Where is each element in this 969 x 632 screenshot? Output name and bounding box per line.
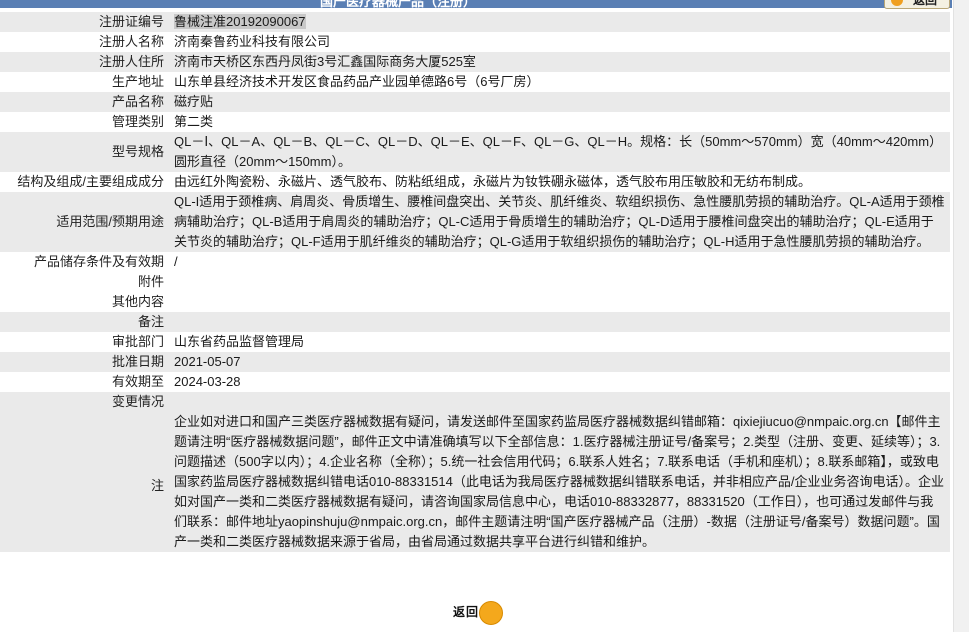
field-label: 注册人住所 (0, 52, 170, 72)
row-registrant-name: 注册人名称 济南秦鲁药业科技有限公司 (0, 32, 950, 52)
field-label: 型号规格 (0, 132, 170, 172)
field-label: 产品名称 (0, 92, 170, 112)
detail-table: 注册证编号 鲁械注准20192090067 注册人名称 济南秦鲁药业科技有限公司… (0, 12, 950, 552)
field-value: 2024-03-28 (170, 372, 950, 392)
field-value: 磁疗贴 (170, 92, 950, 112)
field-label: 有效期至 (0, 372, 170, 392)
field-value: 鲁械注准20192090067 (170, 12, 950, 32)
field-value: 山东单县经济技术开发区食品药品产业园单德路6号（6号厂房） (170, 72, 950, 92)
field-value: QL-I适用于颈椎病、肩周炎、骨质增生、腰椎间盘突出、关节炎、肌纤维炎、软组织损… (170, 192, 950, 252)
note-text: 企业如对进口和国产三类医疗器械数据有疑问，请发送邮件至国家药监局医疗器械数据纠错… (170, 412, 950, 552)
note-label: 注 (0, 412, 170, 552)
row-other: 其他内容 (0, 292, 950, 312)
row-note: 注 企业如对进口和国产三类医疗器械数据有疑问，请发送邮件至国家药监局医疗器械数据… (0, 412, 950, 552)
row-model-spec: 型号规格 QL－Ⅰ、QL－A、QL－B、QL－C、QL－D、QL－E、QL－F、… (0, 132, 950, 172)
vertical-scrollbar[interactable] (953, 0, 969, 632)
field-value (170, 392, 950, 412)
row-storage: 产品储存条件及有效期 / (0, 252, 950, 272)
row-attachments: 附件 (0, 272, 950, 292)
back-icon (891, 0, 903, 6)
page-title: 国产医疗器械产品（注册） (320, 0, 477, 8)
field-label: 附件 (0, 272, 170, 292)
top-back-label: 返回 (913, 0, 938, 7)
row-registrant-address: 注册人住所 济南市天桥区东西丹凤街3号汇鑫国际商务大厦525室 (0, 52, 950, 72)
field-label: 变更情况 (0, 392, 170, 412)
field-value: 2021-05-07 (170, 352, 950, 372)
field-value: 济南秦鲁药业科技有限公司 (170, 32, 950, 52)
field-value: / (170, 252, 950, 272)
field-label: 管理类别 (0, 112, 170, 132)
title-bar: 国产医疗器械产品（注册） (0, 0, 952, 8)
row-valid-until: 有效期至 2024-03-28 (0, 372, 950, 392)
field-label: 产品储存条件及有效期 (0, 252, 170, 272)
row-composition: 结构及组成/主要组成成分 由远红外陶瓷粉、永磁片、透气胶布、防粘纸组成，永磁片为… (0, 172, 950, 192)
row-approval-dept: 审批部门 山东省药品监督管理局 (0, 332, 950, 352)
row-remarks: 备注 (0, 312, 950, 332)
field-value: 山东省药品监督管理局 (170, 332, 950, 352)
field-label: 审批部门 (0, 332, 170, 352)
registration-no-value: 鲁械注准20192090067 (174, 14, 306, 29)
field-label: 批准日期 (0, 352, 170, 372)
row-production-address: 生产地址 山东单县经济技术开发区食品药品产业园单德路6号（6号厂房） (0, 72, 950, 92)
field-value: 济南市天桥区东西丹凤街3号汇鑫国际商务大厦525室 (170, 52, 950, 72)
field-value (170, 292, 950, 312)
field-value (170, 312, 950, 332)
row-product-name: 产品名称 磁疗贴 (0, 92, 950, 112)
top-back-button[interactable]: 返回 (884, 0, 950, 9)
field-value: QL－Ⅰ、QL－A、QL－B、QL－C、QL－D、QL－E、QL－F、QL－G、… (170, 132, 950, 172)
back-icon (479, 601, 503, 625)
field-label: 其他内容 (0, 292, 170, 312)
field-label: 备注 (0, 312, 170, 332)
field-value: 第二类 (170, 112, 950, 132)
row-changes: 变更情况 (0, 392, 950, 412)
row-approval-date: 批准日期 2021-05-07 (0, 352, 950, 372)
back-button[interactable]: 返回 (453, 600, 503, 626)
field-label: 注册证编号 (0, 12, 170, 32)
row-intended-use: 适用范围/预期用途 QL-I适用于颈椎病、肩周炎、骨质增生、腰椎间盘突出、关节炎… (0, 192, 950, 252)
field-label: 生产地址 (0, 72, 170, 92)
field-label: 结构及组成/主要组成成分 (0, 172, 170, 192)
row-management-class: 管理类别 第二类 (0, 112, 950, 132)
field-label: 注册人名称 (0, 32, 170, 52)
back-button-label: 返回 (453, 605, 480, 619)
field-value: 由远红外陶瓷粉、永磁片、透气胶布、防粘纸组成，永磁片为钕铁硼永磁体，透气胶布用压… (170, 172, 950, 192)
field-label: 适用范围/预期用途 (0, 192, 170, 252)
field-value (170, 272, 950, 292)
row-registration-no: 注册证编号 鲁械注准20192090067 (0, 12, 950, 32)
